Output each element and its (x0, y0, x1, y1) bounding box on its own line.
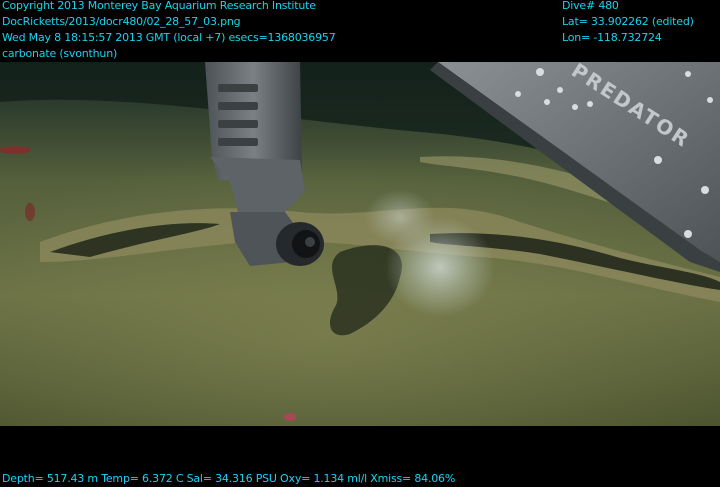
header-right: Dive# 480 Lat= 33.902262 (edited) Lon= -… (562, 0, 694, 46)
timestamp-line: Wed May 8 18:15:57 2013 GMT (local +7) e… (2, 31, 336, 44)
red-organism (0, 146, 31, 154)
fluid-plume (365, 189, 435, 245)
longitude: Lon= -118.732724 (562, 31, 662, 44)
annotation-line: carbonate (svonthun) (2, 47, 118, 60)
image-path-line: DocRicketts/2013/docr480/02_28_57_03.png (2, 15, 241, 28)
underwater-scene: PREDATOR (0, 62, 720, 426)
telemetry-footer: Depth= 517.43 m Temp= 6.372 C Sal= 34.31… (2, 472, 456, 485)
red-organism (25, 203, 35, 221)
red-organism (284, 413, 296, 421)
header-left: Copyright 2013 Monterey Bay Aquarium Res… (2, 0, 336, 62)
copyright-line: Copyright 2013 Monterey Bay Aquarium Res… (2, 0, 316, 12)
dive-number: Dive# 480 (562, 0, 619, 12)
latitude: Lat= 33.902262 (edited) (562, 15, 694, 28)
